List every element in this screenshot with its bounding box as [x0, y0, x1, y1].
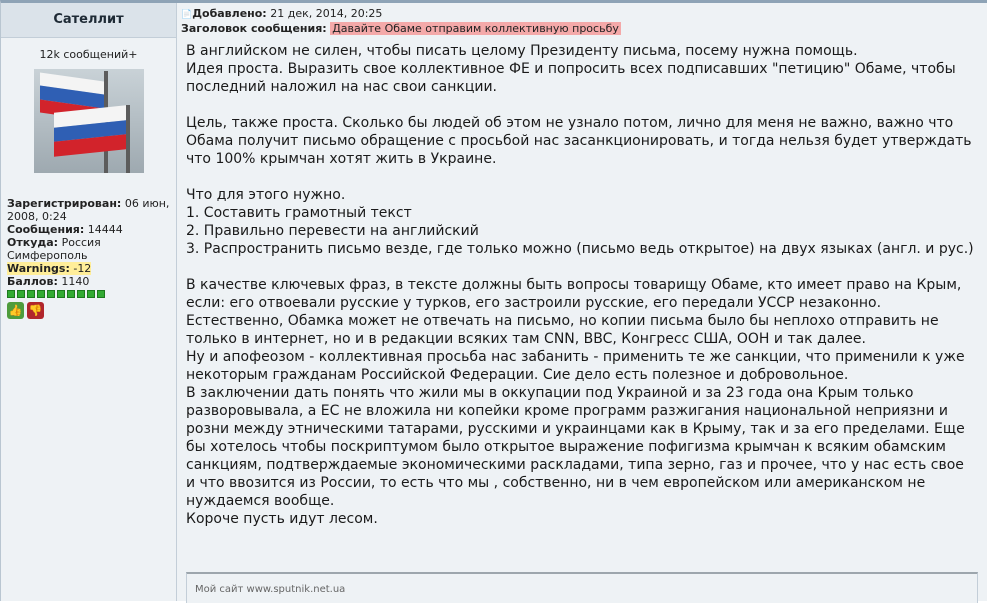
warnings-row: Warnings: -12 — [7, 262, 92, 275]
post-paragraph: Короче пусть идут лесом. — [186, 511, 378, 527]
post-paragraph: Цель, также проста. Сколько бы людей об … — [186, 115, 972, 167]
post-paragraph: В заключении дать понять что жили мы в о… — [186, 385, 965, 509]
vote-icons: 👍 👎 — [7, 302, 176, 319]
post-paragraph: 1. Составить грамотный текст — [186, 205, 412, 221]
reputation-block — [97, 290, 105, 298]
reputation-block — [17, 290, 25, 298]
author-username[interactable]: Сателлит — [1, 3, 176, 38]
post-paragraph: Естественно, Обамка может не отвечать на… — [186, 313, 939, 347]
reputation-block — [77, 290, 85, 298]
reputation-block — [87, 290, 95, 298]
reputation-block — [7, 290, 15, 298]
post-paragraph: В английском не силен, чтобы писать цело… — [186, 43, 858, 59]
reputation-block — [57, 290, 65, 298]
registered-row: Зарегистрирован: 06 июн, 2008, 0:24 — [7, 197, 170, 223]
thumbs-down-icon[interactable]: 👎 — [27, 302, 44, 319]
post-date: 21 дек, 2014, 20:25 — [270, 7, 383, 20]
post-header: 📄Добавлено: 21 дек, 2014, 20:25 Заголово… — [181, 7, 621, 35]
author-rank: 12k сообщений+ — [39, 48, 138, 61]
avatar — [33, 69, 144, 173]
author-profile: Зарегистрирован: 06 июн, 2008, 0:24 Сооб… — [7, 197, 176, 288]
reputation-bar — [7, 290, 176, 298]
thumbs-up-icon[interactable]: 👍 — [7, 302, 24, 319]
forum-post: Сателлит 12k сообщений+ Зарегистрирован:… — [0, 0, 987, 603]
author-panel: Сателлит 12k сообщений+ Зарегистрирован:… — [1, 3, 177, 601]
post-paragraph: Что для этого нужно. — [186, 187, 346, 203]
post-paragraph: Ну и апофеозом - коллективная просьба на… — [186, 349, 965, 383]
post-paragraph: 2. Правильно перевести на английский — [186, 223, 479, 239]
location-row: Откуда: Россия Симферополь — [7, 236, 101, 262]
signature-text: Мой сайт www.sputnik.net.ua — [195, 584, 346, 595]
reputation-block — [67, 290, 75, 298]
reputation-block — [27, 290, 35, 298]
reputation-block — [47, 290, 55, 298]
post-subject: Давайте Обаме отправим коллективную прос… — [330, 22, 621, 35]
post-paragraph: Идея проста. Выразить свое коллективное … — [186, 61, 956, 95]
document-icon: 📄 — [181, 10, 193, 20]
messages-row: Сообщения: 14444 — [7, 223, 123, 236]
post-body: В английском не силен, чтобы писать цело… — [186, 42, 976, 528]
post-content: 📄Добавлено: 21 дек, 2014, 20:25 Заголово… — [177, 3, 987, 603]
reputation-block — [37, 290, 45, 298]
post-paragraph: В качестве ключевых фраз, в тексте должн… — [186, 277, 962, 311]
signature: Мой сайт www.sputnik.net.ua — [186, 572, 978, 603]
post-paragraph: 3. Распространить письмо везде, где толь… — [186, 241, 974, 257]
points-row: Баллов: 1140 — [7, 275, 90, 288]
